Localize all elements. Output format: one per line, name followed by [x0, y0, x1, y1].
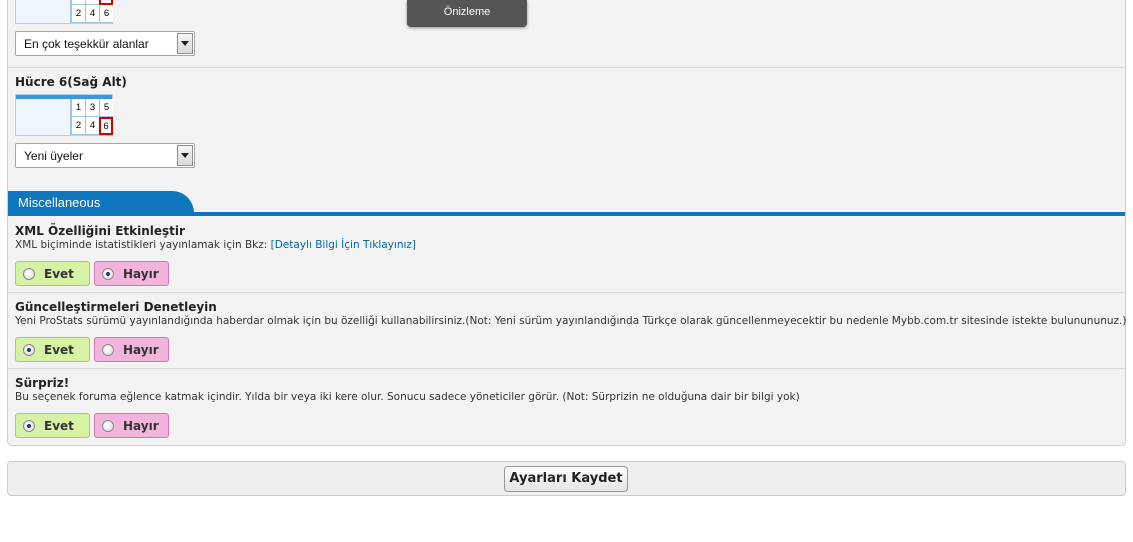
grid-cell-selected: 6	[99, 117, 113, 135]
no-option[interactable]: Hayır	[94, 261, 169, 286]
save-settings-button[interactable]: Ayarları Kaydet	[504, 466, 628, 492]
radio-icon[interactable]	[102, 344, 114, 356]
cell5-layout-grid: 1 3 5 2 4 6	[15, 0, 113, 24]
grid-cell: 3	[85, 99, 99, 117]
cell6-row: Hücre 6(Sağ Alt) 1 3 5 2 4 6 Yeni üyeler	[8, 68, 1125, 188]
grid-cell: 2	[71, 5, 85, 23]
radio-selected-icon[interactable]	[23, 344, 35, 356]
radio-selected-icon[interactable]	[102, 268, 114, 280]
radio-icon[interactable]	[23, 268, 35, 280]
grid-cell: 6	[99, 5, 113, 23]
yes-option[interactable]: Evet	[15, 413, 90, 438]
chevron-down-icon[interactable]	[177, 33, 193, 54]
grid-cell: 2	[71, 117, 85, 135]
grid-cell: 1	[71, 99, 85, 117]
grid-cell: 5	[99, 99, 113, 117]
cell5-row: 1 3 5 2 4 6 En çok teşekkür alanlar	[8, 0, 1125, 68]
details-link[interactable]: [Detaylı Bilgi İçin Tıklayınız]	[271, 239, 416, 251]
cell6-select[interactable]: Yeni üyeler	[15, 143, 195, 168]
settings-panel: 1 3 5 2 4 6 En çok teşekkür alanlar Hücr…	[7, 0, 1126, 446]
setting-description: Yeni ProStats sürümü yayınlandığında hab…	[15, 315, 1127, 327]
setting-xml: XML Özelliğini Etkinleştir XML biçiminde…	[8, 217, 1125, 293]
setting-title: Güncelleştirmeleri Denetleyin	[15, 300, 217, 314]
radio-selected-icon[interactable]	[23, 420, 35, 432]
setting-surprise: Sürpriz! Bu seçenek foruma eğlence katma…	[8, 369, 1125, 445]
section-header: Miscellaneous	[8, 191, 1125, 217]
radio-icon[interactable]	[102, 420, 114, 432]
no-option[interactable]: Hayır	[94, 413, 169, 438]
setting-title: Sürpriz!	[15, 376, 70, 390]
grid-cell: 4	[85, 5, 99, 23]
yes-option[interactable]: Evet	[15, 337, 90, 362]
cell5-select[interactable]: En çok teşekkür alanlar	[15, 31, 195, 56]
cell6-title: Hücre 6(Sağ Alt)	[15, 75, 127, 89]
setting-updates: Güncelleştirmeleri Denetleyin Yeni ProSt…	[8, 293, 1127, 369]
grid-cell: 4	[85, 117, 99, 135]
form-footer: Ayarları Kaydet	[7, 461, 1126, 496]
cell5-select-value: En çok teşekkür alanlar	[24, 37, 149, 51]
section-title: Miscellaneous	[8, 191, 194, 214]
setting-description: Bu seçenek foruma eğlence katmak içindir…	[15, 391, 800, 403]
yes-option[interactable]: Evet	[15, 261, 90, 286]
chevron-down-icon[interactable]	[177, 145, 193, 166]
preview-tooltip[interactable]: Önizleme	[407, 0, 527, 27]
cell6-select-value: Yeni üyeler	[24, 149, 83, 163]
setting-title: XML Özelliğini Etkinleştir	[15, 224, 185, 238]
setting-description: XML biçiminde istatistikleri yayınlamak …	[15, 239, 417, 251]
no-option[interactable]: Hayır	[94, 337, 169, 362]
cell6-layout-grid: 1 3 5 2 4 6	[15, 94, 113, 136]
